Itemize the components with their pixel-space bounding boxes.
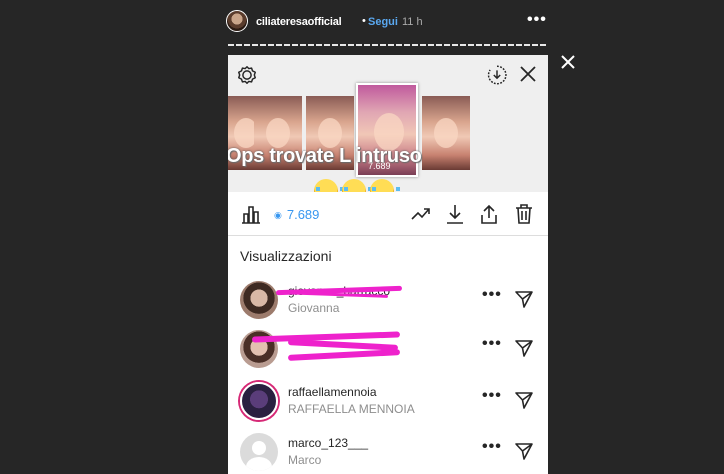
close-icon[interactable]: [560, 54, 576, 70]
viewer-username[interactable]: marco_123___: [288, 436, 368, 450]
follow-button[interactable]: Segui: [368, 16, 398, 28]
avatar[interactable]: [240, 382, 278, 420]
insights-chart-icon[interactable]: [240, 203, 262, 225]
story-avatar[interactable]: [226, 10, 248, 32]
views-count-value: 7.689: [286, 207, 320, 222]
viewer-row[interactable]: marco_123___ Marco •••: [228, 428, 548, 474]
more-icon[interactable]: •••: [482, 387, 502, 405]
story-thumbnail[interactable]: [422, 96, 470, 170]
story-viewer-page: ciliateresaofficial • Segui 11 h ••• 7.6…: [0, 0, 724, 474]
thumbnail-view-count: 7.689: [368, 161, 391, 171]
avatar[interactable]: [240, 281, 278, 319]
viewers-section-title: Visualizzazioni: [240, 248, 332, 264]
viewer-full-name: Marco: [288, 453, 322, 467]
viewer-row[interactable]: raffaellamennoia RAFFAELLA MENNOIA •••: [228, 377, 548, 427]
redaction-scribble: [287, 349, 401, 361]
settings-icon[interactable]: [236, 64, 258, 86]
insights-action-bar: ◉ 7.689: [228, 192, 548, 236]
story-insights-card: 7.689 Ops trovate L intruso ◉ 7.689 Visu…: [228, 55, 548, 474]
story-overlay-text: Ops trovate L intruso: [228, 145, 422, 167]
send-icon[interactable]: [514, 441, 534, 461]
story-preview-carousel: 7.689 Ops trovate L intruso: [228, 55, 548, 203]
viewer-row[interactable]: •••: [228, 325, 548, 375]
more-icon[interactable]: •••: [482, 335, 502, 353]
trash-icon[interactable]: [513, 203, 535, 225]
send-icon[interactable]: [514, 289, 534, 309]
viewer-full-name: RAFFAELLA MENNOIA: [288, 402, 415, 416]
viewer-full-name: Giovanna: [288, 301, 340, 315]
story-progress-bar: [228, 44, 548, 46]
share-icon[interactable]: [478, 203, 500, 225]
download-icon[interactable]: [444, 203, 466, 225]
send-icon[interactable]: [514, 338, 534, 358]
more-icon[interactable]: •••: [482, 286, 502, 304]
eye-icon: ◉: [274, 210, 282, 220]
archive-download-icon[interactable]: [486, 64, 508, 86]
viewer-username[interactable]: raffaellamennoia: [288, 385, 377, 399]
trending-icon[interactable]: [410, 203, 432, 225]
default-avatar-icon[interactable]: [240, 433, 278, 471]
more-icon[interactable]: •••: [482, 438, 502, 456]
more-options-icon[interactable]: •••: [527, 11, 547, 29]
story-username[interactable]: ciliateresaofficial: [256, 16, 342, 28]
close-icon[interactable]: [518, 64, 538, 84]
viewer-row[interactable]: giovanna_barracco Giovanna •••: [228, 276, 548, 326]
views-count[interactable]: ◉ 7.689: [274, 207, 319, 222]
story-header: ciliateresaofficial • Segui 11 h •••: [226, 8, 546, 36]
story-timestamp: 11 h: [402, 16, 423, 28]
separator-dot: •: [362, 15, 366, 27]
send-icon[interactable]: [514, 390, 534, 410]
